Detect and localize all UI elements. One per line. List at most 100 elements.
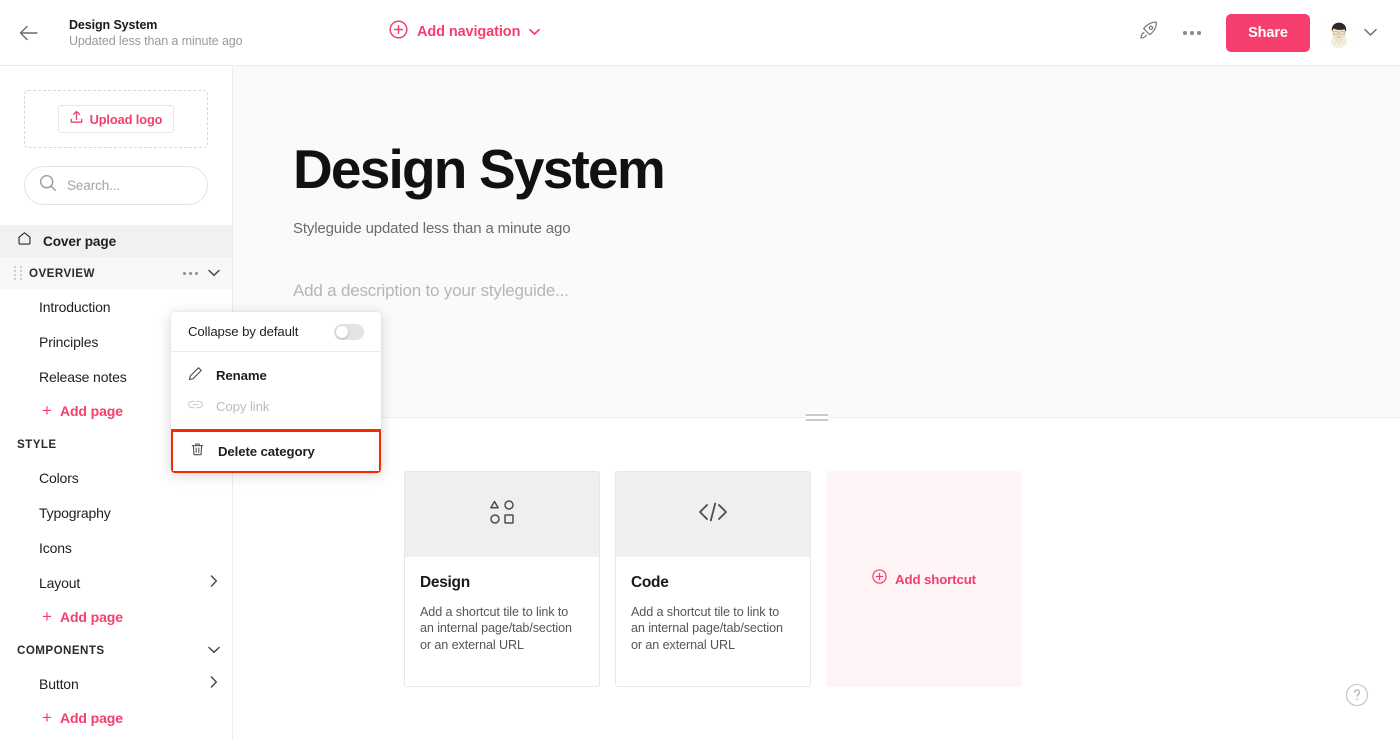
hero-section: Design System Styleguide updated less th… [233, 66, 1400, 423]
add-navigation-button[interactable]: Add navigation [389, 20, 541, 44]
document-meta: Design System Updated less than a minute… [69, 17, 259, 49]
sidebar-page-icons[interactable]: Icons [0, 530, 232, 565]
shortcut-tile-design[interactable]: Design Add a shortcut tile to link to an… [404, 471, 600, 687]
document-title: Design System [69, 17, 158, 32]
more-options-button[interactable] [1170, 11, 1214, 55]
chevron-right-icon [210, 574, 218, 592]
category-context-menu: Collapse by default Rename Copy link Del… [171, 312, 381, 473]
top-bar-actions: Share [1126, 0, 1386, 66]
page-title: Design System [293, 138, 666, 200]
page-subtitle: Styleguide updated less than a minute ag… [293, 220, 571, 237]
menu-item-label: Delete category [218, 444, 315, 459]
chevron-down-icon[interactable] [208, 264, 220, 282]
account-menu-button[interactable] [1354, 11, 1386, 55]
search-box[interactable] [24, 166, 208, 205]
plus-icon: + [42, 607, 52, 626]
main-content: Design System Styleguide updated less th… [233, 66, 1400, 740]
top-bar: Design System Updated less than a minute… [0, 0, 1400, 66]
search-input[interactable] [67, 178, 207, 193]
chevron-right-icon [210, 675, 218, 693]
add-shortcut-button[interactable]: Add shortcut [826, 471, 1022, 687]
chevron-down-icon [1363, 24, 1377, 42]
help-button[interactable] [1345, 683, 1369, 712]
sidebar-page-typography[interactable]: Typography [0, 495, 232, 530]
page-label: Introduction [39, 298, 111, 315]
sidebar-category-actions [183, 264, 220, 282]
menu-item-copy-link: Copy link [171, 391, 381, 422]
add-page-button-components[interactable]: + Add page [0, 701, 232, 735]
plus-circle-icon [389, 20, 408, 44]
page-label: Colors [39, 469, 79, 486]
avatar[interactable] [1324, 18, 1354, 48]
question-mark-icon [1345, 683, 1369, 712]
cover-page-label: Cover page [43, 233, 117, 249]
drag-handle-icon[interactable] [14, 266, 23, 280]
tile-title: Code [631, 574, 669, 591]
add-navigation-label: Add navigation [417, 24, 521, 40]
upload-logo-label: Upload logo [89, 111, 163, 127]
shapes-icon [487, 497, 517, 532]
category-menu-button[interactable] [183, 271, 198, 275]
add-page-label: Add page [59, 609, 123, 625]
delete-category-highlight: Delete category [171, 429, 381, 473]
collapse-by-default-label: Collapse by default [188, 324, 299, 339]
menu-item-label: Rename [216, 368, 267, 383]
page-label: Button [39, 675, 79, 692]
chevron-down-icon [529, 23, 541, 41]
sidebar-page-layout[interactable]: Layout [0, 565, 232, 600]
tile-thumbnail [405, 472, 599, 557]
add-page-label: Add page [59, 710, 123, 726]
menu-item-delete-category[interactable]: Delete category [173, 432, 379, 471]
page-label: Release notes [39, 368, 127, 385]
page-label: Principles [39, 333, 99, 350]
collapse-by-default-row[interactable]: Collapse by default [171, 312, 381, 352]
ellipsis-icon [1183, 31, 1201, 35]
collapse-by-default-toggle[interactable] [334, 323, 364, 340]
share-button[interactable]: Share [1226, 14, 1310, 52]
plus-circle-icon [872, 569, 887, 589]
code-icon [697, 500, 729, 529]
upload-logo-button[interactable]: Upload logo [57, 105, 175, 133]
document-updated-text: Updated less than a minute ago [69, 33, 243, 48]
page-label: Typography [39, 504, 111, 521]
publish-rocket-button[interactable] [1126, 11, 1170, 55]
sidebar-category-components[interactable]: COMPONENTS [0, 634, 232, 666]
app-root: Design System Updated less than a minute… [0, 0, 1400, 740]
search-icon [39, 174, 57, 197]
description-placeholder[interactable]: Add a description to your styleguide... [293, 281, 1400, 301]
sidebar-page-button[interactable]: Button [0, 666, 232, 701]
tile-title: Design [420, 574, 470, 591]
sidebar-item-cover-page[interactable]: Cover page [0, 225, 232, 257]
home-icon [17, 231, 32, 251]
plus-icon: + [42, 708, 52, 727]
add-shortcut-label: Add shortcut [895, 571, 976, 587]
rocket-icon [1138, 20, 1159, 46]
sidebar-category-actions [208, 641, 220, 659]
tile-body: Code Add a shortcut tile to link to an i… [616, 557, 810, 653]
context-menu-group: Rename Copy link [171, 352, 381, 430]
sidebar-category-overview[interactable]: OVERVIEW [0, 257, 232, 289]
logo-dropzone[interactable]: Upload logo [24, 90, 208, 148]
page-label: Icons [39, 539, 72, 556]
shortcut-tile-code[interactable]: Code Add a shortcut tile to link to an i… [615, 471, 811, 687]
hero-resize-handle[interactable] [805, 412, 828, 423]
shortcut-tiles: Design Add a shortcut tile to link to an… [233, 418, 1400, 687]
pencil-icon [188, 366, 203, 386]
upload-icon [70, 110, 83, 129]
add-page-label: Add page [59, 403, 123, 419]
tile-description: Add a shortcut tile to link to an intern… [420, 605, 572, 652]
trash-icon [190, 442, 205, 462]
arrow-left-icon [19, 25, 38, 41]
tile-body: Design Add a shortcut tile to link to an… [405, 557, 599, 653]
tile-thumbnail [616, 472, 810, 557]
add-page-button-style[interactable]: + Add page [0, 600, 232, 634]
chevron-down-icon[interactable] [208, 641, 220, 659]
sidebar-category-label: COMPONENTS [17, 643, 105, 657]
back-button[interactable] [0, 0, 56, 66]
plus-icon: + [42, 401, 52, 420]
menu-item-label: Copy link [216, 399, 270, 414]
sidebar-nav: Cover page OVERVIEW Introduction Princip… [0, 225, 232, 735]
menu-item-rename[interactable]: Rename [171, 360, 381, 391]
sidebar-category-label: OVERVIEW [29, 266, 95, 280]
page-label: Layout [39, 574, 81, 591]
